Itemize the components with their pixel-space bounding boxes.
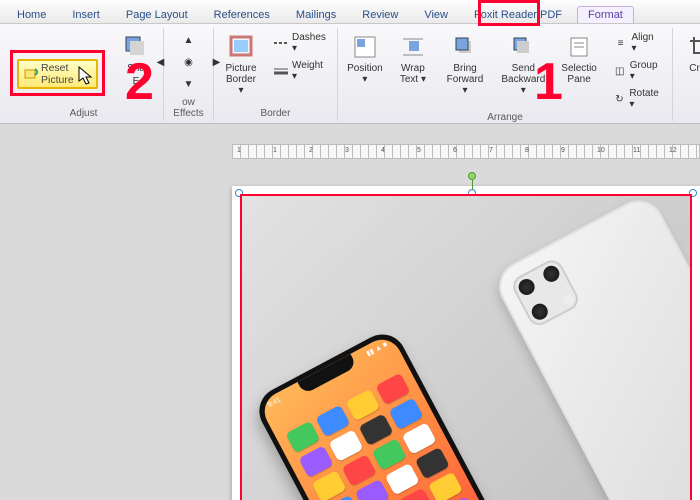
ribbon-group-size: Crop ↕ Height: ↔ Width: Size bbox=[673, 28, 700, 121]
group-label-adjust: Adjust bbox=[10, 108, 157, 119]
shadow-effects-label: Sha bbox=[127, 63, 145, 74]
tab-foxit[interactable]: Foxit Reader PDF bbox=[463, 6, 573, 23]
ribbon-group-adjust: Reset Picture Sha E Adjust bbox=[4, 28, 164, 121]
tab-page-layout[interactable]: Page Layout bbox=[115, 6, 199, 23]
nudge-left-button[interactable]: ◀ bbox=[148, 52, 174, 72]
group-button[interactable]: ◫Group ▾ bbox=[608, 58, 666, 84]
ruler-mark: 8 bbox=[525, 147, 529, 154]
ribbon: Reset Picture Sha E Adjust ▲ ◀ ◉ ▶ ▼ bbox=[0, 24, 700, 124]
arrow-down-icon: ▼ bbox=[181, 76, 197, 92]
align-icon: ≡ bbox=[613, 35, 629, 51]
tab-format[interactable]: Format bbox=[577, 6, 634, 23]
app-grid bbox=[285, 373, 503, 500]
weight-button[interactable]: Weight ▾ bbox=[268, 58, 331, 84]
align-button[interactable]: ≡Align ▾ bbox=[608, 30, 666, 56]
ruler-mark: 3 bbox=[345, 147, 349, 154]
ribbon-tabs: Home Insert Page Layout References Maili… bbox=[0, 0, 700, 24]
crop-icon bbox=[686, 33, 700, 61]
tab-insert[interactable]: Insert bbox=[61, 6, 111, 23]
arrow-left-icon: ◀ bbox=[153, 54, 169, 70]
annotation-box-reset-picture: Reset Picture bbox=[10, 50, 105, 96]
shadow-effects-icon bbox=[122, 33, 150, 61]
nudge-up-button[interactable]: ▲ bbox=[176, 30, 202, 50]
ruler-mark: 2 bbox=[309, 147, 313, 154]
tab-mailings[interactable]: Mailings bbox=[285, 6, 347, 23]
camera-module bbox=[509, 256, 582, 329]
reset-picture-label: Reset Picture bbox=[41, 62, 91, 86]
selected-picture[interactable]: 9:41 ▮▮ ▲ ■ bbox=[240, 194, 692, 500]
ruler-mark: 9 bbox=[561, 147, 565, 154]
selection-pane-icon bbox=[565, 33, 593, 61]
ribbon-group-shadow-nudge: ▲ ◀ ◉ ▶ ▼ ow Effects bbox=[164, 28, 214, 121]
send-backward-button[interactable]: Send Backward ▾ bbox=[496, 30, 550, 99]
group-label-arrange: Arrange bbox=[344, 112, 666, 123]
reset-picture-icon bbox=[24, 67, 38, 81]
phone-back-illustration bbox=[490, 194, 692, 500]
picture-border-button[interactable]: Picture Border ▾ bbox=[220, 30, 262, 99]
phone-front-illustration: 9:41 ▮▮ ▲ ■ bbox=[251, 326, 533, 500]
tab-references[interactable]: References bbox=[203, 6, 281, 23]
wrap-text-icon bbox=[399, 33, 427, 61]
dashes-button[interactable]: Dashes ▾ bbox=[268, 30, 331, 56]
dashes-icon bbox=[273, 35, 289, 51]
arrow-up-icon: ▲ bbox=[181, 32, 197, 48]
ribbon-group-border: Picture Border ▾ Dashes ▾ Weight ▾ Borde… bbox=[214, 28, 338, 121]
wrap-text-button[interactable]: Wrap Text ▾ bbox=[392, 30, 434, 88]
ruler-mark: 1 bbox=[237, 147, 241, 154]
rotate-icon: ↻ bbox=[613, 91, 627, 107]
group-label-border: Border bbox=[220, 108, 331, 119]
ruler-mark: 12 bbox=[669, 147, 677, 154]
nudge-down-button[interactable]: ▼ bbox=[176, 74, 202, 94]
group-label-shadow-nudge: ow Effects bbox=[170, 97, 207, 119]
tab-view[interactable]: View bbox=[413, 6, 459, 23]
document-page[interactable]: 9:41 ▮▮ ▲ ■ bbox=[232, 186, 700, 500]
position-button[interactable]: Position ▾ bbox=[344, 30, 386, 88]
ruler-mark: 7 bbox=[489, 147, 493, 154]
picture-border-label: Picture Border ▾ bbox=[225, 63, 257, 96]
ruler-mark: 11 bbox=[633, 147, 640, 154]
nudge-center-button[interactable]: ◉ bbox=[176, 52, 202, 72]
bring-forward-icon bbox=[451, 33, 479, 61]
ruler-mark: 1 bbox=[273, 147, 277, 154]
picture-border-icon bbox=[227, 33, 255, 61]
weight-icon bbox=[273, 63, 289, 79]
tab-home[interactable]: Home bbox=[6, 6, 57, 23]
horizontal-ruler[interactable]: 112345678910111213 bbox=[232, 144, 700, 159]
ribbon-group-arrange: Position ▾ Wrap Text ▾ Bring Forward ▾ S… bbox=[338, 28, 673, 121]
ruler-mark: 4 bbox=[381, 147, 385, 154]
phone-time: 9:41 bbox=[267, 397, 283, 410]
reset-picture-button[interactable]: Reset Picture bbox=[17, 59, 98, 89]
position-icon bbox=[351, 33, 379, 61]
rotate-button[interactable]: ↻Rotate ▾ bbox=[608, 86, 666, 112]
bring-forward-button[interactable]: Bring Forward ▾ bbox=[440, 30, 490, 99]
crop-button[interactable]: Crop bbox=[679, 30, 700, 77]
group-icon: ◫ bbox=[613, 63, 627, 79]
document-workspace: 112345678910111213 9:41▮▮ ▲ ■ bbox=[0, 124, 700, 500]
send-backward-icon bbox=[509, 33, 537, 61]
group-label-size: Size bbox=[679, 108, 700, 119]
dot-icon: ◉ bbox=[181, 54, 197, 70]
ruler-mark: 10 bbox=[597, 147, 605, 154]
selection-pane-button[interactable]: Selectio Pane bbox=[557, 30, 602, 88]
rotation-handle[interactable] bbox=[468, 172, 476, 180]
tab-review[interactable]: Review bbox=[351, 6, 409, 23]
status-icons: ▮▮ ▲ ■ bbox=[365, 340, 389, 358]
ruler-mark: 6 bbox=[453, 147, 457, 154]
ruler-mark: 5 bbox=[417, 147, 421, 154]
